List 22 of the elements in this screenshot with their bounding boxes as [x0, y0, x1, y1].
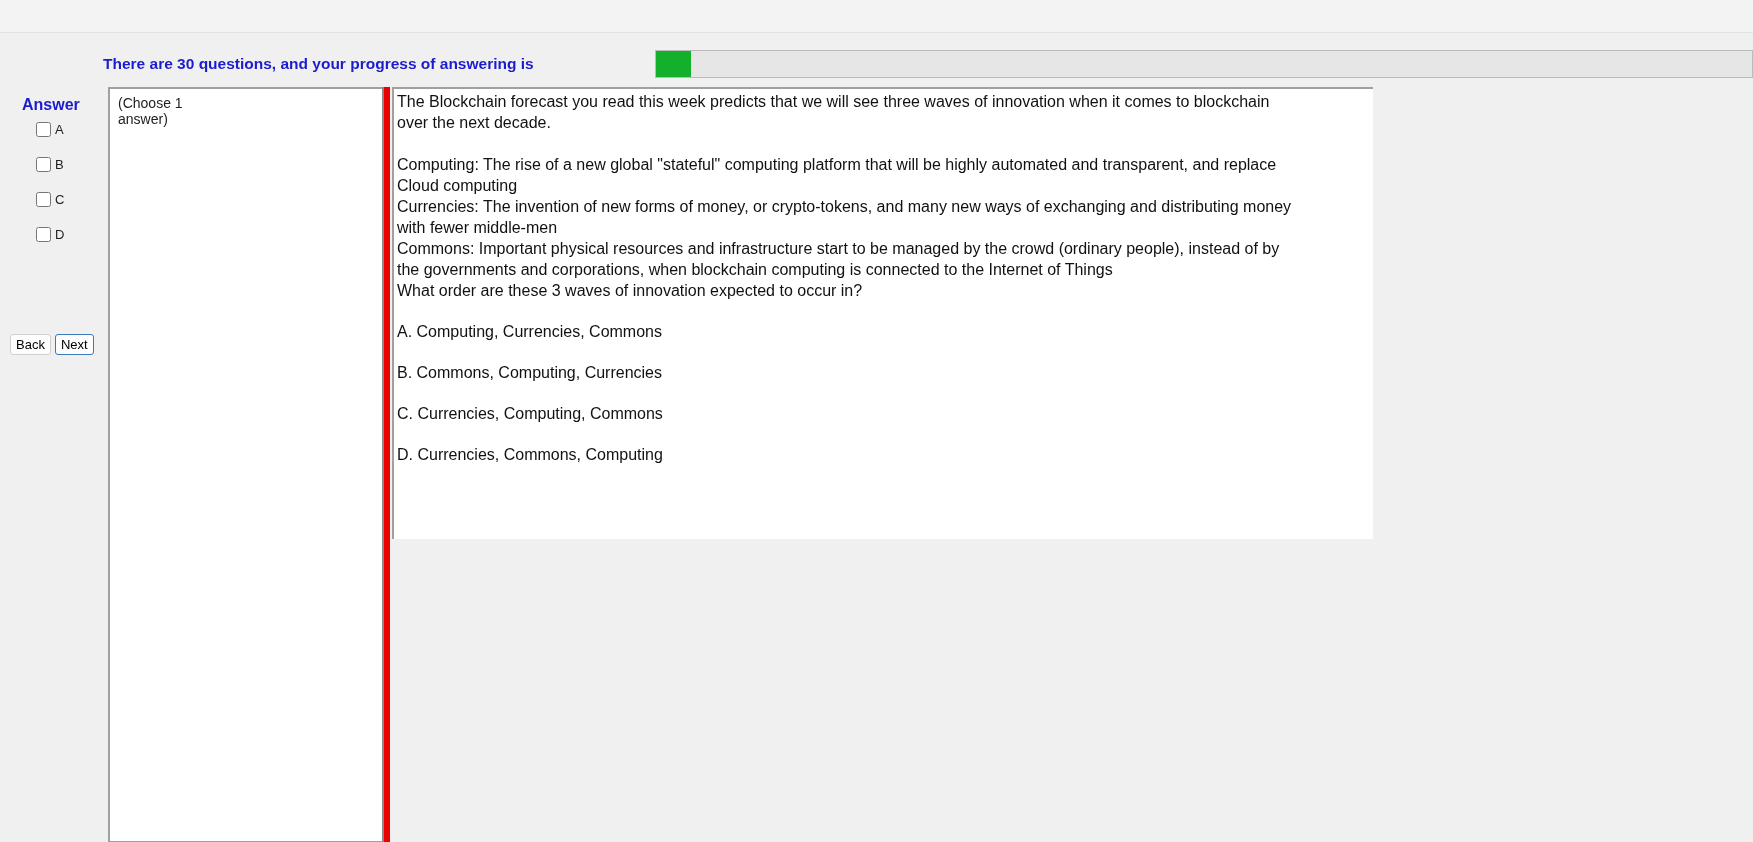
choice-label[interactable]: A: [55, 122, 64, 137]
option-text: C. Currencies, Computing, Commons: [397, 404, 664, 424]
question-text: What order are these 3 waves of innovation expected to occur in?: [397, 281, 864, 301]
option-text: B. Commons, Computing, Currencies: [397, 363, 663, 383]
back-button[interactable]: Back: [10, 334, 51, 355]
answer-checkbox[interactable]: [36, 192, 51, 207]
choice-label[interactable]: C: [55, 192, 65, 207]
choice-label[interactable]: B: [55, 157, 64, 172]
question-text: Computing: The rise of a new global "stateful" computing platform that will be highly automated and transparent, and replace Cloud computing: [397, 155, 1278, 196]
question-text: The Blockchain forecast you read this week predicts that we will see three waves of innovation when it comes to blockchain over the next decade.: [397, 92, 1271, 133]
answer-checkbox[interactable]: [36, 122, 51, 137]
option-text: A. Computing, Currencies, Commons: [397, 322, 663, 342]
option-text: D. Currencies, Commons, Computing: [397, 445, 664, 465]
question-text: Currencies: The invention of new forms of money, or crypto-tokens, and many new ways of exchanging and distributing money with fewer middle-men: [397, 197, 1293, 238]
next-button[interactable]: Next: [54, 334, 94, 355]
progress-label: There are 30 questions, and your progress of answering is: [103, 55, 535, 73]
question-text: Commons: Important physical resources and infrastructure start to be managed by the crowd (ordinary people), instead of by the governments and corporations, when blockchain computing is connected to the Internet of Things: [397, 239, 1281, 280]
choice-label[interactable]: D: [55, 227, 65, 242]
answer-checkbox[interactable]: [36, 227, 51, 242]
answer-checkbox[interactable]: [36, 157, 51, 172]
instruction-text: (Choose 1 answer): [118, 95, 184, 128]
answer-heading: Answer: [22, 96, 81, 114]
